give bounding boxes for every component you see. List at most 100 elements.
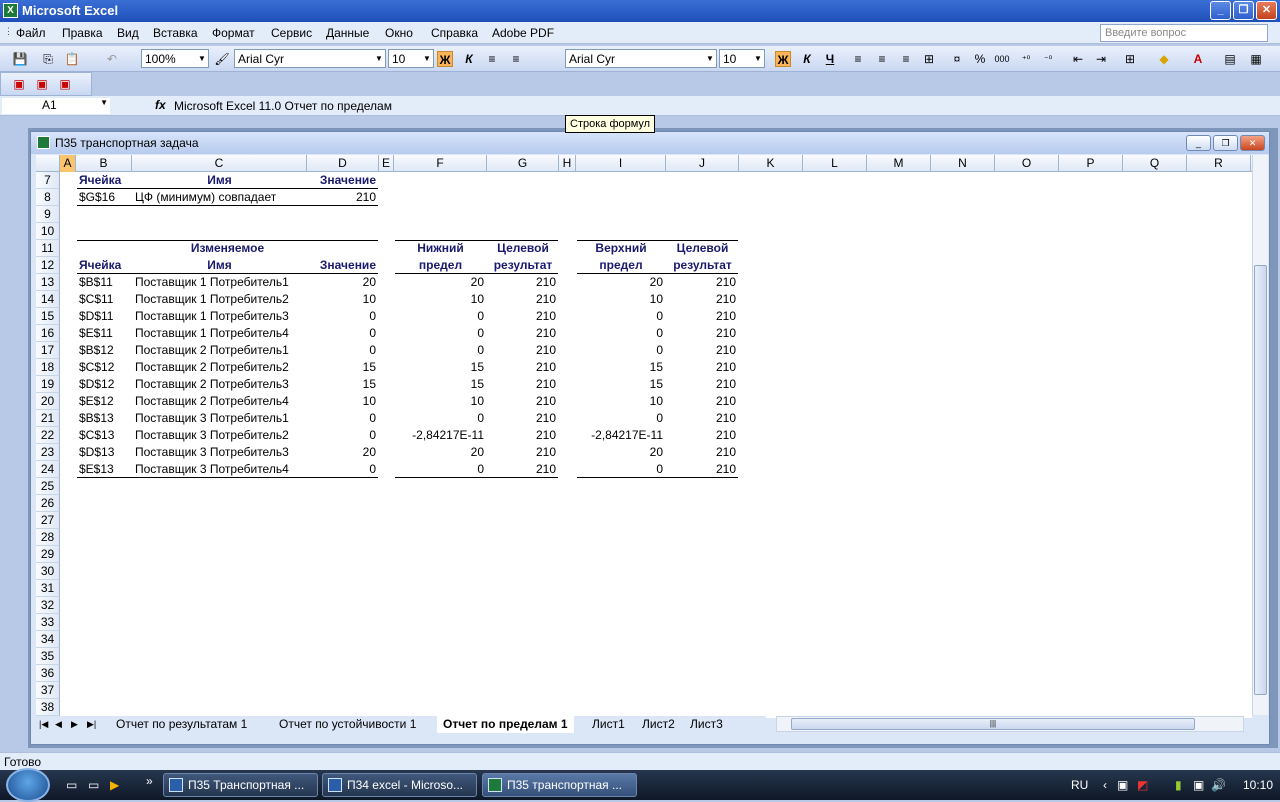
volume-icon[interactable]: 🔊	[1211, 778, 1226, 792]
adjustable-cell-ref[interactable]: $C$11	[79, 291, 129, 308]
pdf-mail-icon[interactable]: ▣	[34, 76, 50, 92]
upper-limit[interactable]: 15	[579, 376, 663, 393]
upper-target-result[interactable]: 210	[669, 308, 736, 325]
menu-window[interactable]: Окно	[385, 26, 413, 40]
upper-header[interactable]: Верхний	[579, 240, 663, 257]
adjustable-cell-ref[interactable]: $B$12	[79, 342, 129, 359]
menu-adobe-pdf[interactable]: Adobe PDF	[492, 26, 554, 40]
row-header[interactable]: 20	[36, 393, 60, 410]
adjustable-cell-value[interactable]: 10	[310, 291, 376, 308]
row-header[interactable]: 33	[36, 614, 60, 631]
lower-limit[interactable]: 15	[397, 359, 484, 376]
column-header[interactable]: K	[739, 155, 803, 172]
align-right-icon[interactable]: ≡	[898, 51, 914, 67]
row-header[interactable]: 34	[36, 631, 60, 648]
upper-target-result[interactable]: 210	[669, 359, 736, 376]
column-header[interactable]: F	[394, 155, 487, 172]
target-cell-value[interactable]: 210	[310, 189, 376, 206]
menu-file[interactable]: Файл	[16, 26, 46, 40]
column-header[interactable]: A	[60, 155, 76, 172]
column-header[interactable]: B	[76, 155, 132, 172]
upper-limit[interactable]: 10	[579, 291, 663, 308]
row-header[interactable]: 29	[36, 546, 60, 563]
lower-limit[interactable]: 10	[397, 291, 484, 308]
adjustable-cell-value[interactable]: 0	[310, 342, 376, 359]
decrease-indent-icon[interactable]: ⇤	[1070, 51, 1086, 67]
underline-button[interactable]: Ч	[822, 51, 838, 67]
lower-limit[interactable]: 10	[397, 393, 484, 410]
adjustable-cell-value[interactable]: 0	[310, 325, 376, 342]
adjustable-cell-ref[interactable]: $E$11	[79, 325, 129, 342]
select-all-corner[interactable]	[36, 155, 60, 172]
column-header[interactable]: G	[487, 155, 559, 172]
tab-limits-report[interactable]: Отчет по пределам 1	[437, 716, 574, 733]
media-player-icon[interactable]: ▶	[110, 778, 119, 792]
start-button[interactable]	[6, 768, 50, 802]
upper-limit[interactable]: 15	[579, 359, 663, 376]
workbook-restore-button[interactable]: ❐	[1213, 135, 1238, 151]
adjustable-header-name[interactable]: Имя	[135, 257, 304, 274]
horizontal-scrollbar[interactable]: |||	[776, 716, 1244, 732]
fill-color-icon[interactable]: ◆	[1156, 51, 1172, 67]
lower-target-result[interactable]: 210	[490, 342, 556, 359]
row-header[interactable]: 26	[36, 495, 60, 512]
row-header[interactable]: 38	[36, 699, 60, 716]
row-header[interactable]: 14	[36, 291, 60, 308]
lower-target-result[interactable]: 210	[490, 325, 556, 342]
row-header[interactable]: 37	[36, 682, 60, 699]
row-header[interactable]: 35	[36, 648, 60, 665]
column-header[interactable]: I	[576, 155, 666, 172]
upper-limit[interactable]: 0	[579, 342, 663, 359]
adjustable-cell-name[interactable]: Поставщик 3 Потребитель4	[135, 461, 304, 478]
horizontal-scroll-thumb[interactable]: |||	[791, 718, 1195, 730]
tab-sheet1[interactable]: Лист1	[586, 716, 631, 733]
menu-insert[interactable]: Вставка	[153, 26, 198, 40]
adjustable-cell-ref[interactable]: $C$12	[79, 359, 129, 376]
security-icon[interactable]: ◩	[1137, 778, 1148, 792]
row-header[interactable]: 32	[36, 597, 60, 614]
borders-icon[interactable]: ⊞	[1122, 51, 1138, 67]
prev-sheet-button[interactable]: ◀	[52, 716, 65, 733]
row-header[interactable]: 18	[36, 359, 60, 376]
menu-tools[interactable]: Сервис	[271, 26, 312, 40]
target-header-cell[interactable]: Ячейка	[79, 172, 129, 189]
menu-view[interactable]: Вид	[117, 26, 139, 40]
row-header[interactable]: 24	[36, 461, 60, 478]
target-cell-ref[interactable]: $G$16	[79, 189, 129, 206]
adjustable-cell-ref[interactable]: $D$12	[79, 376, 129, 393]
target-header-name[interactable]: Имя	[135, 172, 304, 189]
row-header[interactable]: 23	[36, 444, 60, 461]
align-left-icon[interactable]: ≡	[484, 51, 500, 67]
toolbar-options-icon[interactable]: ▦	[1248, 51, 1264, 67]
row-header[interactable]: 8	[36, 189, 60, 206]
adjustable-cell-value[interactable]: 0	[310, 461, 376, 478]
upper-target-result[interactable]: 210	[669, 342, 736, 359]
row-header[interactable]: 15	[36, 308, 60, 325]
adjustable-header-cell[interactable]: Ячейка	[79, 257, 129, 274]
font-color-icon[interactable]: A	[1190, 51, 1206, 67]
row-header[interactable]: 13	[36, 274, 60, 291]
lower-target-result[interactable]: 210	[490, 461, 556, 478]
adjustable-header-value[interactable]: Значение	[310, 257, 376, 274]
lower-limit[interactable]: 20	[397, 274, 484, 291]
row-header[interactable]: 11	[36, 240, 60, 257]
upper-limit[interactable]: 0	[579, 308, 663, 325]
bold-button-2[interactable]: Ж	[775, 51, 791, 67]
vertical-scroll-thumb[interactable]	[1254, 265, 1267, 695]
font-select-2[interactable]: Arial Cyr ▼	[565, 49, 717, 68]
vertical-scrollbar[interactable]	[1252, 155, 1268, 715]
lower-target-result[interactable]: 210	[490, 393, 556, 410]
adjustable-cell-ref[interactable]: $B$11	[79, 274, 129, 291]
row-header[interactable]: 17	[36, 342, 60, 359]
tab-sheet2[interactable]: Лист2	[636, 716, 681, 733]
pdf-review-icon[interactable]: ▣	[57, 76, 73, 92]
name-box[interactable]: A1 ▼	[2, 98, 110, 114]
font-size-select-2[interactable]: 10 ▼	[719, 49, 765, 68]
upper-limit[interactable]: 20	[579, 444, 663, 461]
tab-sensitivity-report[interactable]: Отчет по устойчивости 1	[273, 716, 422, 733]
increase-decimal-icon[interactable]: ⁺⁰	[1018, 51, 1034, 67]
formula-content[interactable]: Microsoft Excel 11.0 Отчет по пределам	[174, 99, 392, 113]
adjustable-cell-ref[interactable]: $D$13	[79, 444, 129, 461]
merge-center-icon[interactable]: ⊞	[921, 51, 937, 67]
lower-header-2[interactable]: предел	[397, 257, 484, 274]
